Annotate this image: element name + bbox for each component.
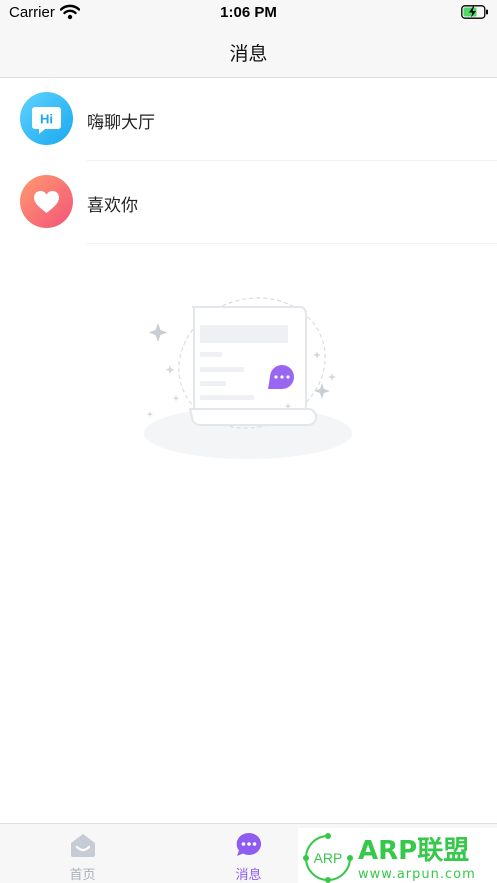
- navigation-bar: 消息: [0, 26, 497, 78]
- watermark-badge: ARP: [314, 850, 343, 866]
- heart-avatar: [20, 175, 73, 228]
- page-title: 消息: [229, 43, 268, 65]
- divider: [87, 243, 497, 244]
- battery-charging-icon: [461, 5, 489, 24]
- status-time: 1:06 PM: [220, 4, 277, 21]
- conversation-item-lobby[interactable]: Hi 嗨聊大厅: [0, 78, 497, 161]
- watermark-url: www.arpun.com: [358, 867, 476, 882]
- conversation-name: 喜欢你: [87, 196, 138, 216]
- tab-label: 首页: [69, 868, 96, 883]
- tab-home[interactable]: 首页: [0, 824, 165, 883]
- status-bar: Carrier 1:06 PM: [0, 0, 497, 26]
- chat-bubble-icon: [235, 832, 263, 863]
- conversation-name: 嗨聊大厅: [87, 113, 155, 133]
- conversation-list: Hi 嗨聊大厅 喜欢你: [0, 78, 497, 244]
- hi-chat-icon: Hi: [40, 112, 53, 127]
- conversation-item-like-you[interactable]: 喜欢你: [0, 161, 497, 244]
- heart-icon: [34, 191, 59, 213]
- home-icon: [69, 832, 97, 863]
- empty-state-illustration: [140, 285, 360, 465]
- watermark: ARP ARP联盟 www.arpun.com: [298, 828, 497, 883]
- watermark-title: ARP联盟: [358, 836, 469, 866]
- hi-chat-avatar: Hi: [20, 92, 73, 145]
